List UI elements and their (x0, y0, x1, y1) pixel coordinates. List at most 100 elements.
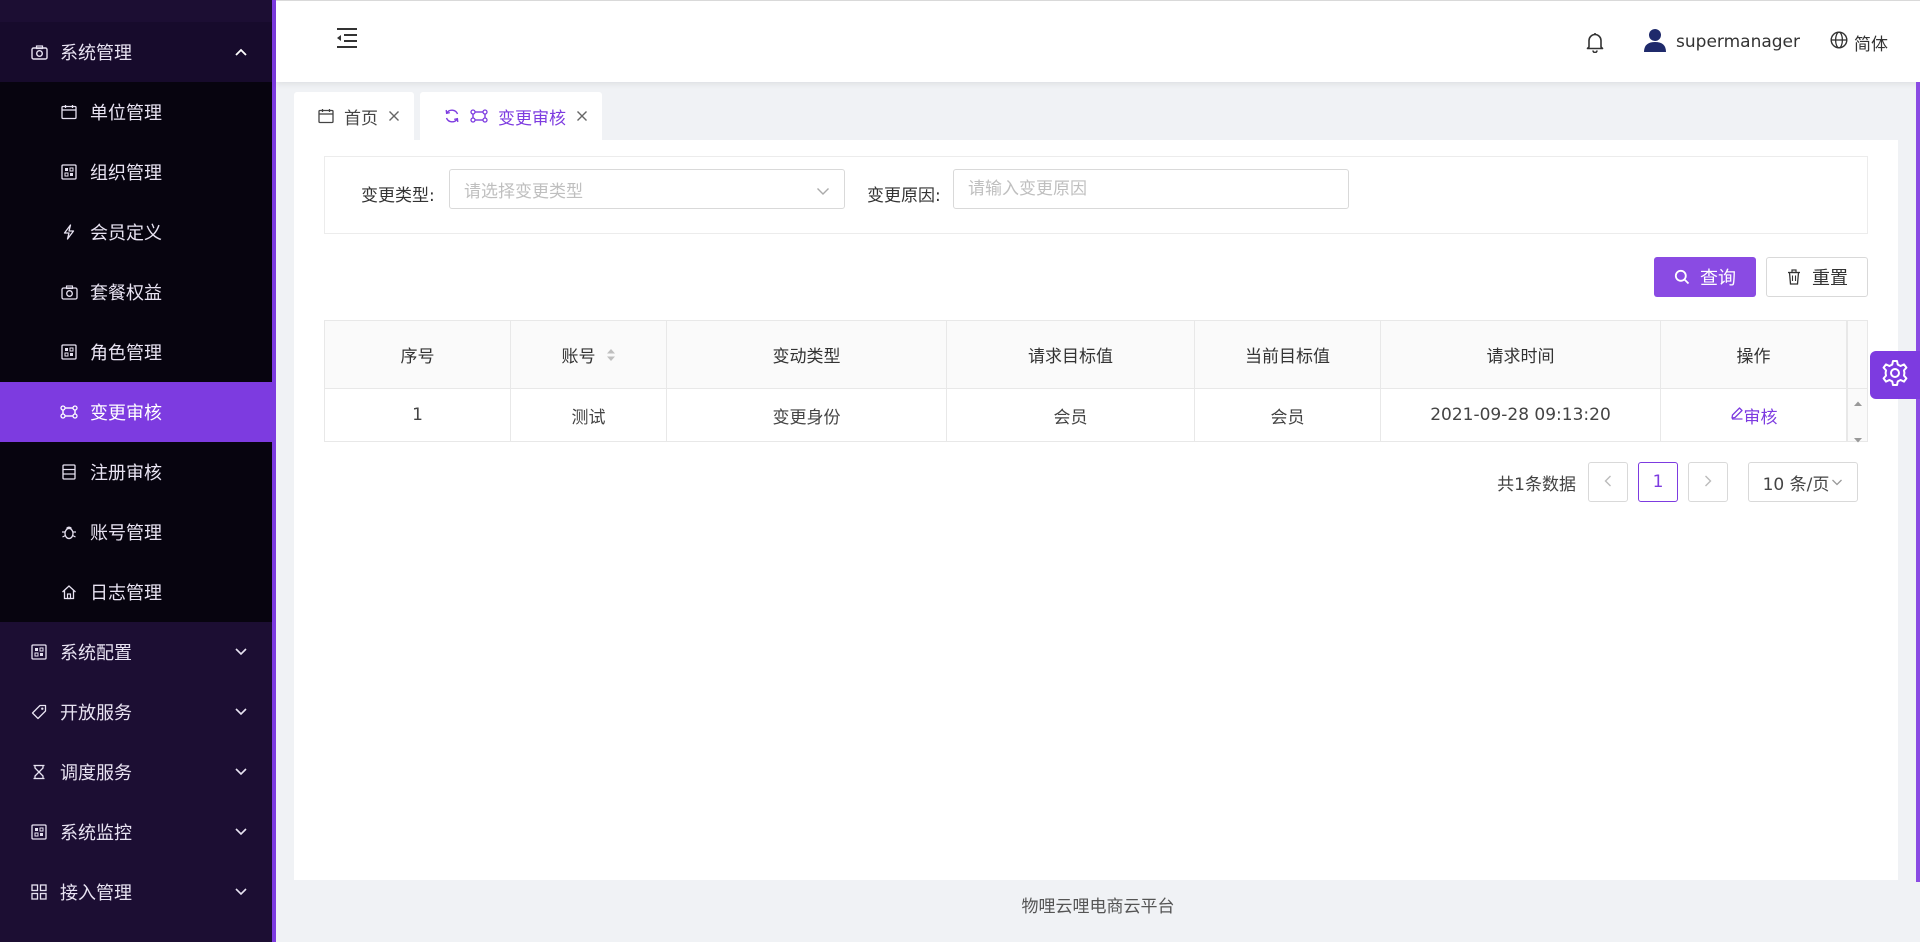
tab-change-review[interactable]: 变更审核 (420, 92, 602, 140)
change-reason-input[interactable] (953, 169, 1349, 209)
sidebar-item-label: 会员定义 (90, 223, 162, 244)
change-review-table: 序号 账号 变动类型 请求目标值 当前目标值 请求时间 操作 1 测试 变更身份… (324, 320, 1868, 443)
sidebar-group-open-services[interactable]: 开放服务 (0, 682, 272, 742)
table-header: 序号 账号 变动类型 请求目标值 当前目标值 请求时间 操作 (325, 321, 1867, 389)
column-header-change-type: 变动类型 (667, 321, 947, 388)
close-icon[interactable] (388, 110, 400, 122)
swap-icon (60, 403, 78, 421)
column-header-label: 变动类型 (772, 347, 841, 367)
sidebar-item-log-management[interactable]: 日志管理 (0, 562, 272, 622)
settings-button[interactable] (1870, 351, 1920, 399)
sidebar-item-package-benefits[interactable]: 套餐权益 (0, 262, 272, 322)
chevron-down-icon (234, 765, 248, 779)
grid-icon (30, 823, 48, 841)
sidebar-group-access-management[interactable]: 接入管理 (0, 862, 272, 922)
change-reason-label: 变更原因: (867, 186, 941, 206)
header-actions: supermanager 简体 (1584, 27, 1888, 57)
refresh-icon (444, 108, 460, 124)
camera-icon (60, 283, 78, 301)
sidebar-item-account-management[interactable]: 账号管理 (0, 502, 272, 562)
page-size-label: 10 条/页 (1762, 474, 1830, 495)
prev-page-button[interactable] (1588, 462, 1628, 502)
page-size-select[interactable]: 10 条/页 (1748, 462, 1858, 502)
hourglass-icon (30, 763, 48, 781)
apps-icon (30, 883, 48, 901)
top-header: supermanager 简体 (276, 0, 1920, 82)
sidebar-item-label: 变更审核 (90, 403, 162, 424)
sidebar-group-system-config[interactable]: 系统配置 (0, 622, 272, 682)
chevron-down-icon (234, 825, 248, 839)
select-placeholder: 请选择变更类型 (464, 181, 583, 202)
column-header-account[interactable]: 账号 (511, 321, 667, 388)
sidebar-group-label: 系统配置 (60, 643, 132, 664)
bell-icon[interactable] (1584, 31, 1606, 53)
review-link[interactable]: 审核 (1730, 403, 1778, 428)
trash-icon (1786, 269, 1802, 285)
pagination: 共1条数据 1 10 条/页 (1497, 462, 1858, 502)
cell-requested-value: 会员 (947, 389, 1195, 441)
sidebar-group-label: 系统监控 (60, 823, 132, 844)
grid-icon (60, 163, 78, 181)
calendar-icon (318, 108, 334, 124)
sidebar-item-unit-management[interactable]: 单位管理 (0, 82, 272, 142)
sidebar-item-label: 角色管理 (90, 343, 162, 364)
table-scrollbar-gutter (1847, 321, 1867, 388)
globe-icon (1830, 30, 1848, 54)
grid-icon (60, 343, 78, 361)
camera-icon (30, 43, 48, 61)
sidebar-item-org-management[interactable]: 组织管理 (0, 142, 272, 202)
sidebar-group-system-monitoring[interactable]: 系统监控 (0, 802, 272, 862)
sidebar-item-change-review[interactable]: 变更审核 (0, 382, 272, 442)
next-page-button[interactable] (1688, 462, 1728, 502)
calendar-icon (60, 103, 78, 121)
column-header-label: 当前目标值 (1245, 347, 1330, 367)
sidebar-item-label: 组织管理 (90, 163, 162, 184)
query-button-label: 查询 (1700, 268, 1736, 289)
query-button[interactable]: 查询 (1654, 257, 1756, 297)
sidebar: 系统管理 单位管理 组织管理 会员定义 套餐权益 角色管理 变更审核 注册审核 … (0, 0, 272, 942)
footer-text: 物哩云哩电商云平台 (1021, 897, 1175, 917)
user-menu[interactable]: supermanager (1644, 28, 1800, 57)
chevron-left-icon (1604, 472, 1612, 492)
sidebar-edge (272, 0, 276, 942)
sidebar-item-registration-review[interactable]: 注册审核 (0, 442, 272, 502)
language-switcher[interactable]: 简体 (1830, 30, 1888, 55)
scroll-down-icon[interactable] (1853, 429, 1863, 449)
tab-home[interactable]: 首页 (294, 92, 414, 140)
change-type-label: 变更类型: (361, 186, 435, 206)
pagination-total: 共1条数据 (1497, 474, 1576, 495)
sidebar-item-role-management[interactable]: 角色管理 (0, 322, 272, 382)
scroll-up-icon[interactable] (1853, 392, 1863, 412)
page-button-current[interactable]: 1 (1638, 462, 1678, 502)
username: supermanager (1676, 32, 1800, 52)
grid-icon (30, 643, 48, 661)
right-edge-bar (1916, 82, 1920, 882)
change-type-select[interactable]: 请选择变更类型 (449, 169, 845, 209)
cell-account: 测试 (511, 389, 667, 441)
reset-button-label: 重置 (1812, 268, 1848, 289)
bug-icon (60, 523, 78, 541)
sidebar-group-label: 开放服务 (60, 703, 132, 724)
column-header-current-value: 当前目标值 (1195, 321, 1381, 388)
collapse-menu-icon[interactable] (334, 25, 360, 51)
tab-label: 首页 (344, 108, 378, 129)
column-header-label: 序号 (400, 347, 435, 367)
chevron-down-icon (1831, 476, 1843, 488)
sort-icon[interactable] (606, 347, 616, 363)
sidebar-group-label: 接入管理 (60, 883, 132, 904)
cell-request-time: 2021-09-28 09:13:20 (1381, 389, 1661, 441)
edit-icon (1730, 405, 1744, 425)
swap-icon (470, 108, 488, 124)
chevron-right-icon (1704, 472, 1712, 492)
sidebar-item-label: 日志管理 (90, 583, 162, 604)
sidebar-group-system-management[interactable]: 系统管理 (0, 22, 272, 82)
sidebar-group-scheduling-services[interactable]: 调度服务 (0, 742, 272, 802)
gear-icon (1881, 359, 1909, 392)
search-icon (1674, 269, 1690, 285)
table-scrollbar[interactable] (1847, 389, 1867, 443)
close-icon[interactable] (576, 110, 588, 122)
column-header-request-time: 请求时间 (1381, 321, 1661, 388)
cell-current-value: 会员 (1195, 389, 1381, 441)
sidebar-item-member-definition[interactable]: 会员定义 (0, 202, 272, 262)
reset-button[interactable]: 重置 (1766, 257, 1868, 297)
